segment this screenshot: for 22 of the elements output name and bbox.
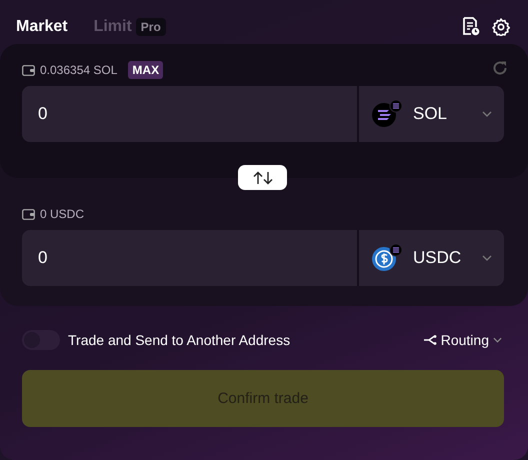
max-button[interactable]: MAX — [128, 61, 164, 79]
wallet-icon — [22, 208, 35, 220]
amount-field[interactable]: 0 — [22, 230, 359, 286]
token-select[interactable]: SOL — [359, 86, 504, 142]
tab[interactable]: Market — [16, 18, 68, 36]
balance-text: 0.036354 SOL — [40, 63, 118, 77]
history-icon[interactable] — [462, 17, 480, 36]
toggle-label: Trade and Send to Another Address — [68, 332, 290, 348]
amount-field[interactable]: 0 — [22, 86, 359, 142]
settings-icon[interactable] — [492, 18, 510, 36]
swap-arrows-icon — [252, 170, 274, 184]
refresh-icon[interactable] — [492, 60, 508, 76]
chevron-down-icon — [493, 337, 502, 343]
chevron-down-icon — [482, 111, 492, 117]
chevron-down-icon — [482, 255, 492, 261]
routing-button[interactable]: Routing — [424, 332, 502, 348]
balance-text: 0 USDC — [40, 207, 84, 221]
wallet-icon — [22, 64, 35, 76]
token-select[interactable]: USDC — [359, 230, 504, 286]
pro-badge: Pro — [136, 18, 166, 36]
swap-direction-button[interactable] — [238, 165, 287, 190]
route-icon — [424, 335, 437, 345]
